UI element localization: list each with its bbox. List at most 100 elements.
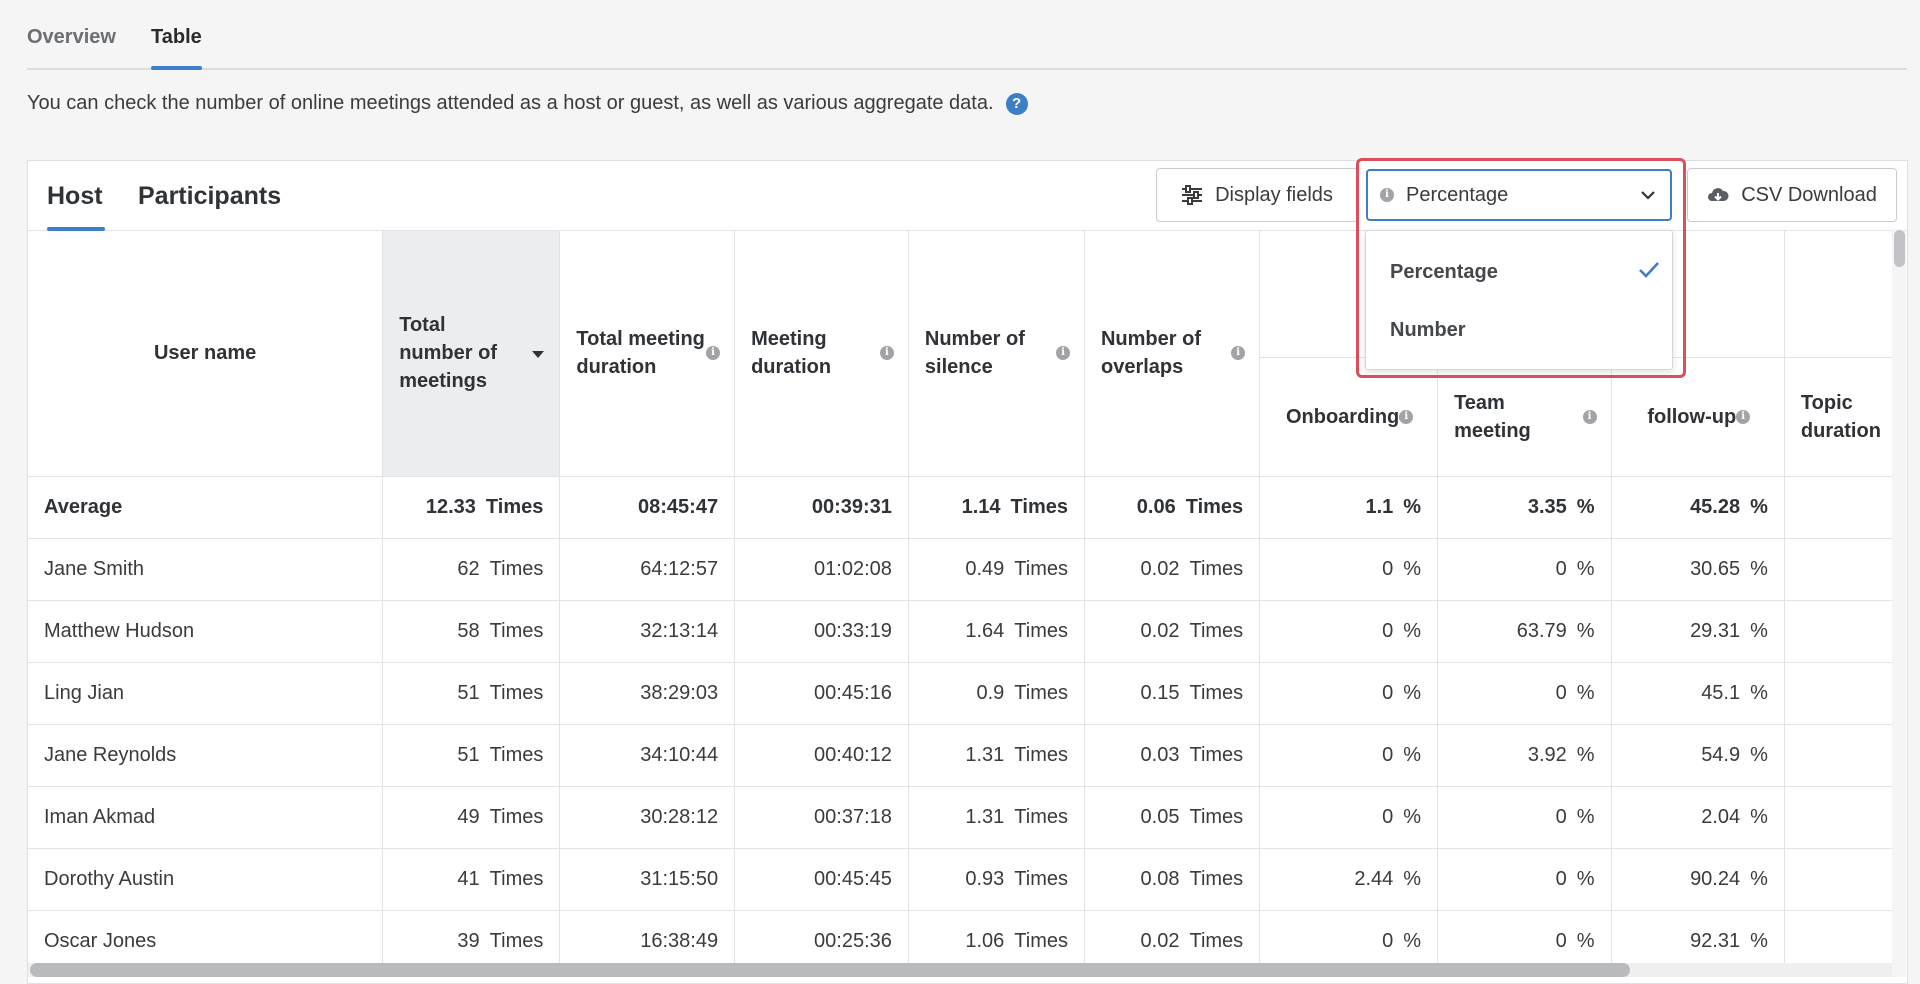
meetings-cell: 58 Times — [382, 600, 561, 663]
average-label: Average — [28, 476, 384, 539]
table-row[interactable]: Jane Reynolds 51 Times 34:10:44 00:40:12 1.31… — [28, 724, 1896, 787]
silence-cell: 0.93 Times — [908, 848, 1085, 911]
tab-table[interactable]: Table — [151, 26, 202, 49]
sort-desc-icon — [531, 339, 545, 367]
average-topic-duration — [1784, 476, 1896, 539]
table-row[interactable]: Ling Jian 51 Times 38:29:03 00:45:16 0.9 Times… — [28, 662, 1896, 725]
topic-duration-cell — [1784, 600, 1896, 663]
follow-up-cell: 29.31% — [1611, 600, 1785, 663]
table-row[interactable]: Oscar Jones 39 Times 16:38:49 00:25:36 1.06 Ti… — [28, 910, 1896, 971]
column-group-header-partial — [1784, 231, 1896, 358]
onboarding-cell: 0% — [1259, 662, 1439, 725]
role-tabs: Host Participants Display fields i Perce… — [28, 161, 1907, 231]
table-row[interactable]: Dorothy Austin 41 Times 31:15:50 00:45:45 0.9… — [28, 848, 1896, 911]
vertical-scrollbar-thumb[interactable] — [1894, 230, 1905, 267]
dropdown-option-number[interactable]: Number — [1390, 319, 1466, 342]
average-total-duration: 08:45:47 — [559, 476, 736, 539]
average-silence: 1.14 Times — [908, 476, 1085, 539]
topic-duration-cell — [1784, 538, 1896, 601]
silence-cell: 1.06 Times — [908, 910, 1085, 971]
topic-duration-cell — [1784, 724, 1896, 787]
info-icon: i — [1736, 409, 1751, 424]
follow-up-cell: 2.04% — [1611, 786, 1785, 849]
user-name-cell: Dorothy Austin — [28, 848, 384, 911]
meeting-duration-cell: 00:37:18 — [734, 786, 909, 849]
table-row[interactable]: Jane Smith 62 Times 64:12:57 01:02:08 0.49 Tim… — [28, 538, 1896, 601]
average-follow-up: 45.28% — [1611, 476, 1785, 539]
info-icon: i — [706, 346, 721, 361]
display-fields-button[interactable]: Display fields — [1156, 168, 1358, 222]
csv-download-button[interactable]: CSV Download — [1687, 168, 1897, 222]
onboarding-cell: 0% — [1259, 538, 1439, 601]
team-meeting-cell: 0% — [1437, 910, 1612, 971]
dropdown-option-percentage[interactable]: Percentage — [1390, 261, 1498, 284]
follow-up-cell: 90.24% — [1611, 848, 1785, 911]
total-duration-cell: 34:10:44 — [559, 724, 736, 787]
tab-participants[interactable]: Participants — [138, 182, 281, 211]
overlaps-cell: 0.02 Times — [1084, 910, 1261, 971]
column-header-user-name[interactable]: User name — [28, 231, 384, 477]
overlaps-cell: 0.03 Times — [1084, 724, 1261, 787]
page-description: You can check the number of online meeti… — [27, 92, 1028, 115]
user-name-cell: Jane Smith — [28, 538, 384, 601]
sliders-icon — [1181, 185, 1203, 205]
overlaps-cell: 0.02 Times — [1084, 600, 1261, 663]
topic-duration-cell — [1784, 910, 1896, 971]
meeting-duration-cell: 00:45:16 — [734, 662, 909, 725]
topic-duration-cell — [1784, 848, 1896, 911]
user-name-cell: Jane Reynolds — [28, 724, 384, 787]
follow-up-cell: 45.1% — [1611, 662, 1785, 725]
team-meeting-cell: 0% — [1437, 538, 1612, 601]
meetings-cell: 62 Times — [382, 538, 561, 601]
vertical-scrollbar[interactable] — [1892, 229, 1906, 977]
meeting-duration-cell: 00:25:36 — [734, 910, 909, 971]
info-icon: i — [1055, 346, 1070, 361]
team-meeting-cell: 0% — [1437, 786, 1612, 849]
column-header-topic-duration[interactable]: Topic duration — [1784, 357, 1896, 477]
tab-overview[interactable]: Overview — [27, 26, 116, 49]
unit-select[interactable]: i Percentage — [1366, 169, 1672, 221]
silence-cell: 0.9 Times — [908, 662, 1085, 725]
column-header-meeting-duration[interactable]: Meeting duration i — [734, 231, 909, 477]
silence-cell: 1.64 Times — [908, 600, 1085, 663]
user-name-cell: Iman Akmad — [28, 786, 384, 849]
help-icon[interactable]: ? — [1005, 92, 1028, 115]
topic-duration-cell — [1784, 786, 1896, 849]
column-header-total-meetings[interactable]: Total number of meetings — [382, 231, 561, 477]
table-row[interactable]: Matthew Hudson 58 Times 32:13:14 00:33:19 1.6… — [28, 600, 1896, 663]
total-duration-cell: 38:29:03 — [559, 662, 736, 725]
average-team-meeting: 3.35% — [1437, 476, 1612, 539]
meeting-duration-cell: 01:02:08 — [734, 538, 909, 601]
column-header-total-duration[interactable]: Total meeting duration i — [559, 231, 736, 477]
total-duration-cell: 64:12:57 — [559, 538, 736, 601]
table-row[interactable]: Iman Akmad 49 Times 30:28:12 00:37:18 1.31 Tim… — [28, 786, 1896, 849]
average-overlaps: 0.06 Times — [1084, 476, 1261, 539]
meeting-duration-cell: 00:40:12 — [734, 724, 909, 787]
overlaps-cell: 0.08 Times — [1084, 848, 1261, 911]
info-icon: i — [879, 346, 894, 361]
info-icon: i — [1399, 409, 1414, 424]
column-header-team-meeting[interactable]: Team meeting i — [1437, 357, 1612, 477]
description-text: You can check the number of online meeti… — [27, 92, 994, 114]
meetings-cell: 39 Times — [382, 910, 561, 971]
unit-dropdown-menu: Percentage Number — [1365, 230, 1673, 370]
column-header-follow-up[interactable]: follow-up i — [1611, 357, 1785, 477]
team-meeting-cell: 0% — [1437, 662, 1612, 725]
average-meeting-duration: 00:39:31 — [734, 476, 909, 539]
team-meeting-cell: 0% — [1437, 848, 1612, 911]
column-header-onboarding[interactable]: Onboarding i — [1259, 357, 1439, 477]
overlaps-cell: 0.15 Times — [1084, 662, 1261, 725]
column-header-overlaps[interactable]: Number of overlaps i — [1084, 231, 1261, 477]
cloud-download-icon — [1707, 186, 1729, 204]
total-duration-cell: 16:38:49 — [559, 910, 736, 971]
info-icon: i — [1380, 188, 1394, 202]
silence-cell: 0.49 Times — [908, 538, 1085, 601]
meeting-duration-cell: 00:45:45 — [734, 848, 909, 911]
user-name-cell: Oscar Jones — [28, 910, 384, 971]
topic-duration-cell — [1784, 662, 1896, 725]
average-onboarding: 1.1% — [1259, 476, 1439, 539]
horizontal-scrollbar-thumb[interactable] — [30, 963, 1630, 977]
tab-host[interactable]: Host — [47, 182, 103, 211]
column-header-silence[interactable]: Number of silence i — [908, 231, 1085, 477]
onboarding-cell: 0% — [1259, 724, 1439, 787]
